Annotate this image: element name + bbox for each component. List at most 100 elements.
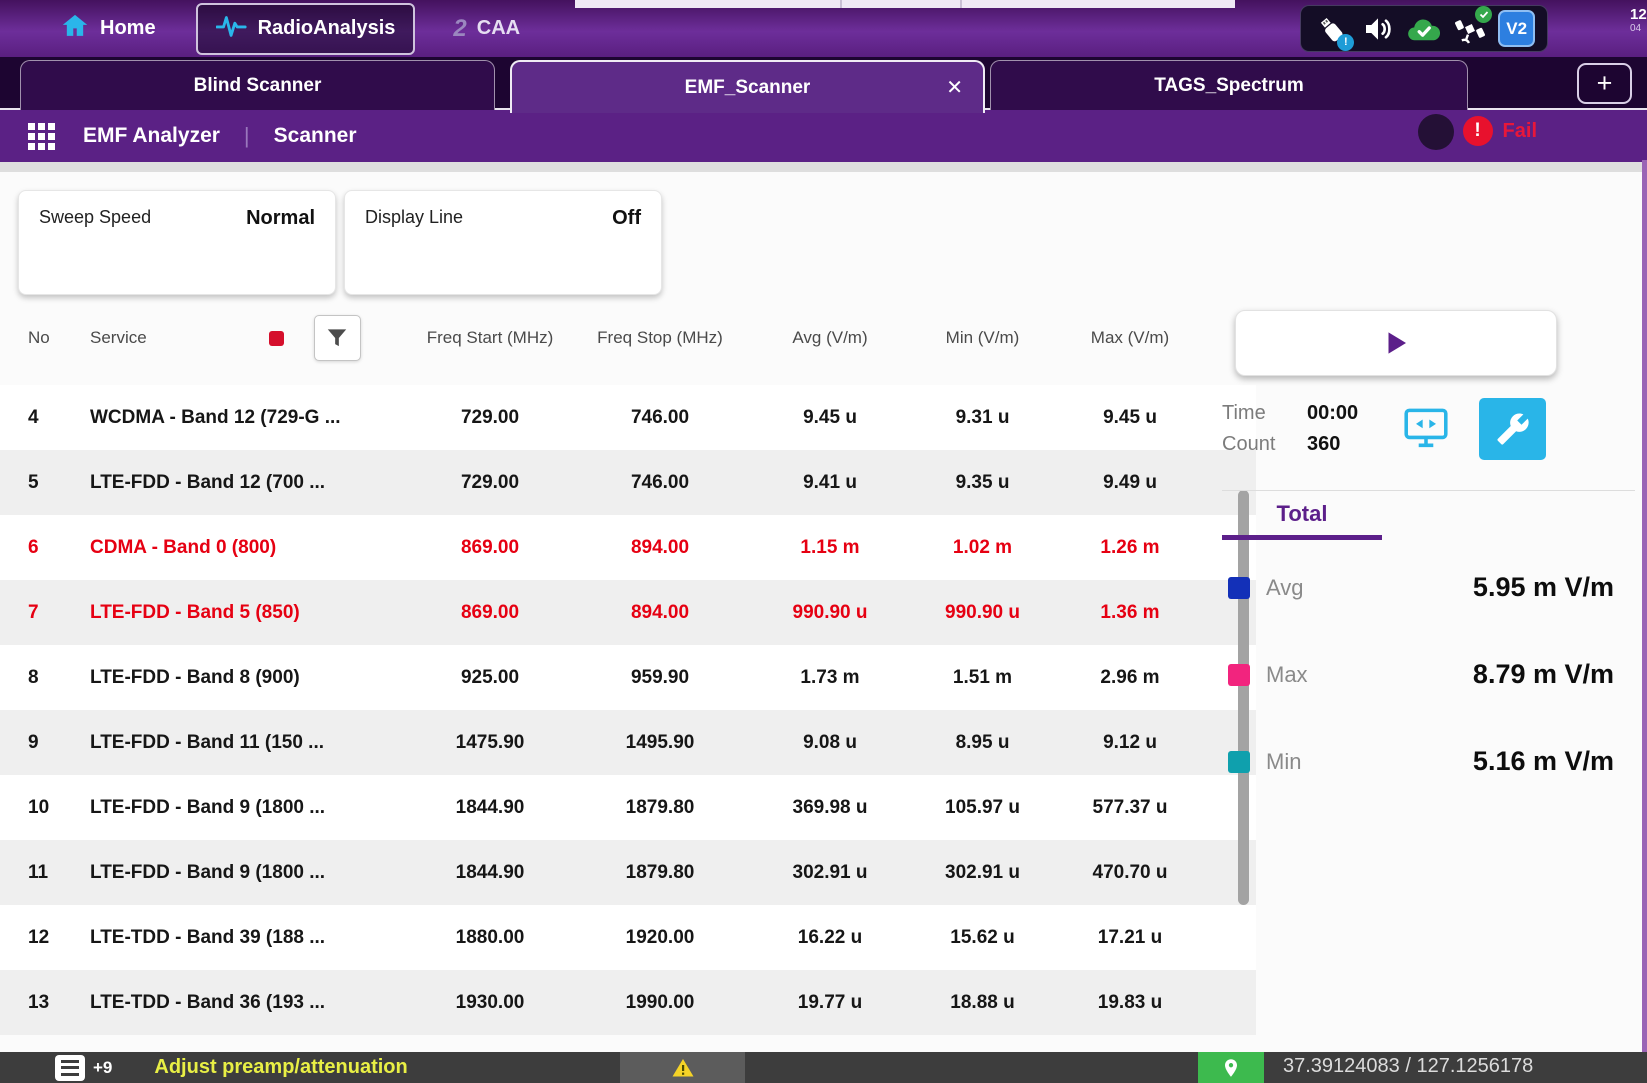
message-log-icon[interactable] xyxy=(55,1055,85,1081)
cell-no: 9 xyxy=(0,732,90,754)
display-line-setting[interactable]: Display Line Off xyxy=(344,190,662,295)
cell-max: 577.37 u xyxy=(1055,797,1205,819)
cell-freq-start: 1880.00 xyxy=(410,927,570,949)
cell-max: 17.21 u xyxy=(1055,927,1205,949)
table-row[interactable]: 6 CDMA - Band 0 (800) 869.00 894.00 1.15… xyxy=(0,515,1256,580)
cell-no: 10 xyxy=(0,797,90,819)
top-window-edge xyxy=(575,0,1235,8)
cell-min: 105.97 u xyxy=(910,797,1055,819)
cell-avg: 1.73 m xyxy=(750,667,910,689)
gps-coordinates: 37.39124083 / 127.1256178 xyxy=(1283,1055,1533,1078)
table-row[interactable]: 13 LTE-TDD - Band 36 (193 ... 1930.00 19… xyxy=(0,970,1256,1035)
app-title[interactable]: EMF Analyzer xyxy=(83,124,220,148)
tab-tags-spectrum[interactable]: TAGS_Spectrum xyxy=(990,60,1468,110)
tab-blind-scanner[interactable]: Blind Scanner xyxy=(20,60,495,110)
header-service: Service xyxy=(90,328,147,348)
cell-max: 470.70 u xyxy=(1055,862,1205,884)
fail-indicator: ! Fail xyxy=(1463,116,1537,146)
cell-max: 9.45 u xyxy=(1055,407,1205,429)
total-min-row: Min 5.16 m V/m xyxy=(1222,746,1614,777)
v2-app-icon[interactable]: V2 xyxy=(1497,9,1537,49)
close-tab-icon[interactable]: ✕ xyxy=(946,75,963,100)
volume-icon[interactable] xyxy=(1358,9,1398,49)
avg-label: Avg xyxy=(1266,575,1304,601)
cell-avg: 1.15 m xyxy=(750,537,910,559)
cell-freq-stop: 894.00 xyxy=(570,537,750,559)
table-row[interactable]: 9 LTE-FDD - Band 11 (150 ... 1475.90 149… xyxy=(0,710,1256,775)
tab-emf-scanner[interactable]: EMF_Scanner ✕ xyxy=(510,60,985,113)
cell-max: 9.49 u xyxy=(1055,472,1205,494)
total-tab[interactable]: Total xyxy=(1222,501,1382,540)
gps-segment[interactable] xyxy=(1198,1052,1264,1083)
cell-freq-start: 869.00 xyxy=(410,602,570,624)
display-mode-icon[interactable] xyxy=(1401,402,1451,457)
panel-divider xyxy=(1222,490,1635,491)
settings-wrench-button[interactable] xyxy=(1479,398,1546,460)
cell-no: 13 xyxy=(0,992,90,1014)
max-color-chip xyxy=(1228,664,1250,686)
warning-segment[interactable] xyxy=(620,1052,745,1083)
play-button[interactable] xyxy=(1235,310,1557,376)
table-body: 4 WCDMA - Band 12 (729-G ... 729.00 746.… xyxy=(0,385,1256,1035)
sweep-speed-setting[interactable]: Sweep Speed Normal xyxy=(18,190,336,295)
filter-button[interactable] xyxy=(314,315,361,361)
table-row[interactable]: 12 LTE-TDD - Band 39 (188 ... 1880.00 19… xyxy=(0,905,1256,970)
table-header: No Service Freq Start (MHz) Freq Stop (M… xyxy=(0,312,1256,364)
min-color-chip xyxy=(1228,751,1250,773)
funnel-icon xyxy=(324,325,350,351)
table-row[interactable]: 4 WCDMA - Band 12 (729-G ... 729.00 746.… xyxy=(0,385,1256,450)
cell-freq-stop: 1879.80 xyxy=(570,797,750,819)
table-row[interactable]: 5 LTE-FDD - Band 12 (700 ... 729.00 746.… xyxy=(0,450,1256,515)
display-line-label: Display Line xyxy=(365,207,463,278)
clock: 12 04 xyxy=(1630,6,1647,52)
header-max: Max (V/m) xyxy=(1055,328,1205,348)
cell-no: 11 xyxy=(0,862,90,884)
warning-icon xyxy=(670,1056,696,1080)
screen-edge-strip xyxy=(1642,160,1647,1083)
apps-grid-icon[interactable] xyxy=(28,123,55,150)
location-pin-icon xyxy=(1221,1056,1241,1080)
usb-status-icon[interactable]: ! xyxy=(1311,9,1351,49)
cell-freq-start: 729.00 xyxy=(410,472,570,494)
cell-avg: 19.77 u xyxy=(750,992,910,1014)
table-row[interactable]: 10 LTE-FDD - Band 9 (1800 ... 1844.90 18… xyxy=(0,775,1256,840)
cloud-sync-icon[interactable] xyxy=(1404,9,1444,49)
nav-radioanalysis[interactable]: RadioAnalysis xyxy=(196,3,416,55)
top-bar: Home RadioAnalysis 2 CAA ! xyxy=(0,0,1647,57)
max-label: Max xyxy=(1266,662,1308,688)
cell-freq-stop: 746.00 xyxy=(570,407,750,429)
cell-freq-stop: 1879.80 xyxy=(570,862,750,884)
fail-items-color-chip xyxy=(269,331,284,346)
cell-avg: 302.91 u xyxy=(750,862,910,884)
cell-min: 9.35 u xyxy=(910,472,1055,494)
header-avg: Avg (V/m) xyxy=(750,328,910,348)
gps-satellite-icon[interactable] xyxy=(1450,9,1490,49)
cell-avg: 990.90 u xyxy=(750,602,910,624)
cell-freq-start: 1844.90 xyxy=(410,797,570,819)
cell-service: WCDMA - Band 12 (729-G ... xyxy=(90,407,410,429)
cell-min: 15.62 u xyxy=(910,927,1055,949)
cell-min: 8.95 u xyxy=(910,732,1055,754)
cell-service: CDMA - Band 0 (800) xyxy=(90,537,410,559)
table-row[interactable]: 8 LTE-FDD - Band 8 (900) 925.00 959.90 1… xyxy=(0,645,1256,710)
cell-service: LTE-FDD - Band 8 (900) xyxy=(90,667,410,689)
nav-home[interactable]: Home xyxy=(60,12,156,46)
table-row[interactable]: 11 LTE-FDD - Band 9 (1800 ... 1844.90 18… xyxy=(0,840,1256,905)
add-tab-button[interactable]: + xyxy=(1577,63,1632,104)
mode-title[interactable]: Scanner xyxy=(274,124,357,148)
tab-label: EMF_Scanner xyxy=(685,77,811,99)
nav-radioanalysis-label: RadioAnalysis xyxy=(258,17,396,40)
cell-max: 1.26 m xyxy=(1055,537,1205,559)
cell-freq-stop: 1495.90 xyxy=(570,732,750,754)
cell-min: 1.51 m xyxy=(910,667,1055,689)
cell-service: LTE-FDD - Band 9 (1800 ... xyxy=(90,797,410,819)
status-circle-indicator xyxy=(1418,114,1454,150)
nav-caa[interactable]: 2 CAA xyxy=(453,15,520,43)
table-row[interactable]: 7 LTE-FDD - Band 5 (850) 869.00 894.00 9… xyxy=(0,580,1256,645)
display-line-value: Off xyxy=(612,207,641,278)
header-freq-stop: Freq Stop (MHz) xyxy=(570,328,750,348)
total-max-row: Max 8.79 m V/m xyxy=(1222,659,1614,690)
total-avg-row: Avg 5.95 m V/m xyxy=(1222,572,1614,603)
cell-freq-start: 869.00 xyxy=(410,537,570,559)
cell-min: 18.88 u xyxy=(910,992,1055,1014)
